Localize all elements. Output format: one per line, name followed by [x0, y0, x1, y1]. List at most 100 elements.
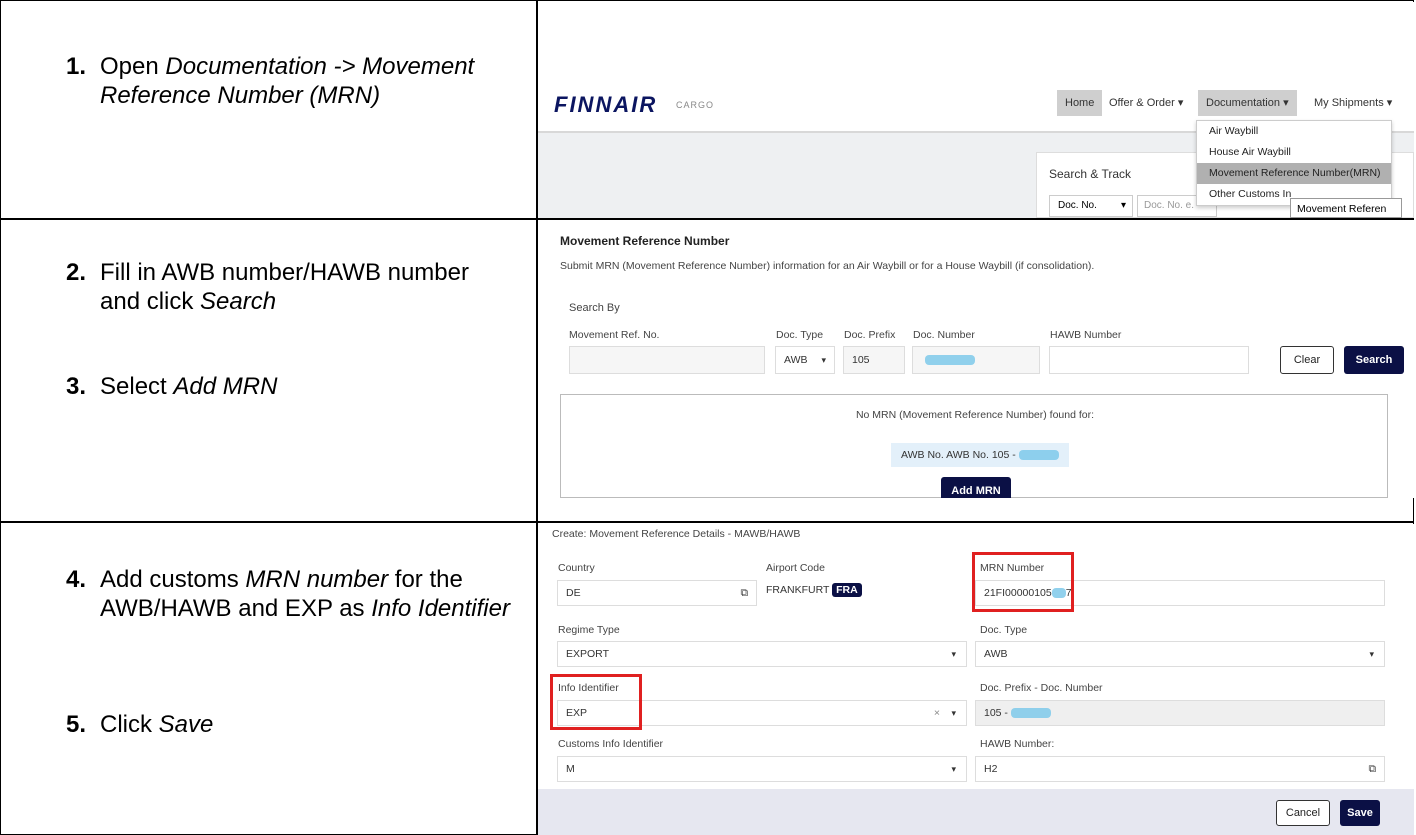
cancel-button[interactable]: Cancel [1276, 800, 1330, 826]
regime-label: Regime Type [558, 624, 620, 636]
input-value: 105 - [984, 707, 1008, 719]
nav-label: My Shipments [1314, 97, 1384, 109]
form-header: Create: Movement Reference Details - MAW… [552, 528, 801, 540]
row-divider-2 [0, 521, 1414, 523]
no-result-box: No MRN (Movement Reference Number) found… [560, 394, 1388, 498]
nav-my-shipments[interactable]: My Shipments ▾ [1306, 90, 1400, 116]
highlight-mrn-number [972, 552, 1074, 612]
menu-item-mrn[interactable]: Movement Reference Number(MRN) [1197, 163, 1391, 184]
caret-down-icon: ▾ [951, 764, 956, 774]
menu-item-house-air-waybill[interactable]: House Air Waybill [1197, 142, 1391, 163]
country-label: Country [558, 562, 595, 574]
caret-down-icon: ▾ [1369, 649, 1374, 659]
step-text: Open [100, 53, 166, 80]
add-mrn-button[interactable]: Add MRN [941, 477, 1011, 498]
nav-offer-order[interactable]: Offer & Order ▾ [1101, 90, 1191, 116]
no-result-message: No MRN (Movement Reference Number) found… [855, 409, 1095, 421]
hawb-input[interactable] [1049, 346, 1249, 374]
step-2: 2. Fill in AWB number/HAWB number and cl… [66, 258, 510, 316]
hawb-number-label: HAWB Number: [980, 738, 1055, 750]
step-emphasis: Add MRN [173, 373, 278, 400]
caret-down-icon: ▾ [1283, 97, 1289, 109]
step-text: Click [100, 711, 159, 738]
save-button[interactable]: Save [1340, 800, 1380, 826]
step-text: Fill in AWB number/HAWB number and click [100, 259, 469, 315]
logo-subtitle: CARGO [676, 100, 715, 110]
airport-value: FRANKFURT FRA [766, 583, 862, 597]
menu-tooltip: Movement Referen [1290, 198, 1402, 218]
country-input[interactable]: DE ⧉ [557, 580, 757, 606]
caret-down-icon: ▾ [951, 708, 956, 718]
step-number: 3. [66, 373, 87, 400]
input-value: DE [566, 587, 581, 599]
step-text: Add customs [100, 566, 246, 593]
prefix-number-input: 105 - [975, 700, 1385, 726]
doc-type-label: Doc. Type [980, 624, 1028, 636]
awb-pill-text: AWB No. AWB No. 105 - [901, 449, 1016, 461]
select-value: Doc. No. [1058, 200, 1097, 211]
airport-name: FRANKFURT [766, 584, 830, 596]
step-emphasis: Info Identifier [371, 595, 510, 622]
search-button[interactable]: Search [1344, 346, 1404, 374]
step-number: 5. [66, 711, 87, 738]
clear-button[interactable]: Clear [1280, 346, 1334, 374]
caret-down-icon: ▾ [1386, 97, 1393, 109]
step-number: 1. [66, 53, 87, 80]
doc-type-select[interactable]: AWB ▾ [775, 346, 835, 374]
redacted-value [1010, 708, 1051, 719]
caret-down-icon: ▾ [821, 355, 826, 365]
doc-number-label: Doc. Number [913, 329, 975, 341]
step-number: 2. [66, 259, 87, 286]
doc-number-select[interactable]: Doc. No. ▾ [1049, 195, 1133, 217]
step-emphasis: Save [158, 711, 214, 738]
nav-label: Offer & Order [1109, 97, 1175, 109]
caret-down-icon: ▾ [951, 649, 956, 659]
doc-prefix-label: Doc. Prefix [844, 329, 896, 341]
highlight-info-identifier [550, 674, 642, 730]
caret-down-icon: ▾ [1120, 200, 1126, 211]
search-track-title: Search & Track [1049, 167, 1132, 181]
step-3: 3. Select Add MRN [66, 372, 510, 401]
redacted-value [1018, 450, 1059, 461]
airport-label: Airport Code [766, 562, 825, 574]
caret-down-icon: ▾ [1177, 97, 1184, 109]
customs-info-select[interactable]: M ▾ [557, 756, 967, 782]
select-value: AWB [784, 354, 808, 366]
screenshot-mrn-search: Movement Reference Number Submit MRN (Mo… [538, 220, 1414, 498]
step-1: 1. Open Documentation -> Movement Refere… [66, 52, 510, 110]
doc-type-label: Doc. Type [776, 329, 824, 341]
mrn-input[interactable] [569, 346, 765, 374]
regime-type-select[interactable]: EXPORT ▾ [557, 641, 967, 667]
step-number: 4. [66, 566, 87, 593]
redacted-value [925, 355, 975, 366]
clear-icon[interactable]: × [934, 701, 940, 725]
customs-info-label: Customs Info Identifier [558, 738, 664, 750]
open-external-icon[interactable]: ⧉ [741, 581, 749, 605]
awb-pill: AWB No. AWB No. 105 - [891, 443, 1069, 467]
nav-home[interactable]: Home [1057, 90, 1103, 116]
menu-item-air-waybill[interactable]: Air Waybill [1197, 121, 1391, 142]
doc-type-select[interactable]: AWB ▾ [975, 641, 1385, 667]
select-value: AWB [984, 648, 1008, 660]
doc-number-input[interactable] [912, 346, 1040, 374]
prefix-number-label: Doc. Prefix - Doc. Number [980, 682, 1103, 694]
page-subtitle: Submit MRN (Movement Reference Number) i… [560, 260, 1095, 272]
step-emphasis: MRN number [245, 566, 389, 593]
form-footer: Cancel Save [538, 789, 1414, 835]
hawb-number-input[interactable]: H2 ⧉ [975, 756, 1385, 782]
input-value: H2 [984, 763, 998, 775]
open-external-icon[interactable]: ⧉ [1369, 757, 1377, 781]
hawb-label: HAWB Number [1050, 329, 1122, 341]
select-value: EXPORT [566, 648, 609, 660]
step-5: 5. Click Save [66, 710, 510, 739]
airport-code-badge: FRA [832, 583, 862, 597]
screenshot-navigation: FINNAIR CARGO Home Offer & Order ▾ Docum… [538, 2, 1414, 218]
select-value: M [566, 763, 575, 775]
step-text: Select [100, 373, 174, 400]
doc-prefix-input[interactable]: 105 [843, 346, 905, 374]
nav-label: Documentation [1206, 97, 1280, 109]
mrn-label: Movement Ref. No. [569, 329, 660, 341]
step-4: 4. Add customs MRN number for the AWB/HA… [66, 565, 510, 623]
nav-documentation[interactable]: Documentation ▾ [1198, 90, 1297, 116]
search-by-label: Search By [569, 302, 620, 314]
